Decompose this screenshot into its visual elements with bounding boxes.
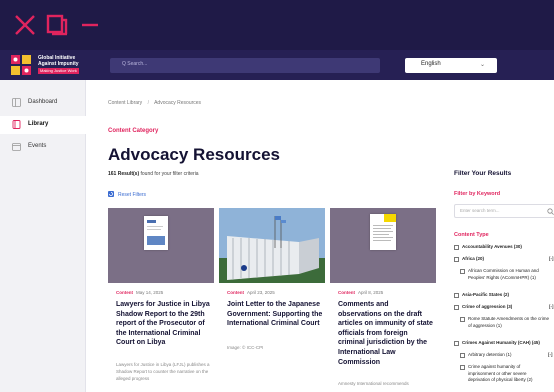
checkbox[interactable] [454,257,459,262]
minimize-icon[interactable] [80,14,100,36]
icc-building-photo [219,208,325,283]
breadcrumb-separator: / [147,100,149,106]
card-date: April 23, 2025 [247,290,275,295]
gi-logo-icon[interactable] [10,54,32,76]
window-titlebar [0,0,554,50]
card-thumbnail [330,208,436,283]
card-type: Content [227,290,244,295]
checkbox[interactable] [460,317,465,322]
brand-tagline: Making Justice Work [38,68,79,74]
filter-option-label: Accountability Avenues (30) [462,244,522,249]
sidebar-item-library[interactable]: Library [0,116,86,134]
filter-option-label: Crime of aggression (3) [462,304,513,309]
collapse-toggle[interactable]: [-] [549,256,554,263]
card-type: Content [116,290,133,295]
card-meta: Content April 8, 2025 [338,290,383,295]
checkbox[interactable] [454,305,459,310]
document-cover-image [144,216,168,250]
dashboard-icon [12,98,21,107]
filter-option-label: Crime against humanity of imprisonment o… [468,364,533,382]
sidebar: Dashboard Library Events [0,80,86,392]
filter-option-label: Africa (20) [462,256,485,261]
content-type-label: Content Type [454,232,489,238]
checkbox[interactable] [454,293,459,298]
filter-option-label: Crimes Against Humanity (CAH) (45) [462,340,540,345]
resource-card[interactable]: Content April 8, 2025 Comments and observ… [330,208,436,392]
filter-heading: Filter Your Results [454,170,512,177]
sidebar-item-label: Library [28,121,49,127]
resource-card[interactable]: Content May 14, 2025 Lawyers for Justice … [108,208,214,392]
checkbox[interactable] [454,341,459,346]
language-select[interactable]: English ⌄ [405,58,497,73]
checkbox[interactable] [454,245,459,250]
filter-option-label: Asia-Pacific States (2) [462,292,510,297]
card-title[interactable]: Comments and observations on the draft a… [338,300,434,367]
content-category-label: Content Category [108,128,159,134]
app-header: Global Initiative Against Impunity Makin… [0,50,554,80]
language-value: English [421,61,441,67]
sidebar-item-dashboard[interactable]: Dashboard [0,94,86,112]
events-icon [12,143,21,151]
results-count: 161 Result(s) found for your filter crit… [108,171,199,177]
document-cover-image [370,214,396,250]
maximize-icon[interactable] [46,14,70,36]
checkbox[interactable] [460,353,465,358]
page-title: Advocacy Resources [108,145,280,164]
reset-filters-link[interactable]: Reset Filters [108,191,146,198]
card-excerpt: Amnesty International recommends [338,381,409,386]
search-icon[interactable] [547,208,554,215]
checkbox[interactable] [460,365,465,370]
breadcrumb-link-content-library[interactable]: Content Library [108,100,142,106]
resource-card[interactable]: Content April 23, 2025 Joint Letter to th… [219,208,325,392]
card-title[interactable]: Joint Letter to the Japanese Government:… [227,300,323,329]
results-suffix: found for your filter criteria [139,171,199,177]
card-excerpt: Lawyers for Justice in Libya (LFJL) publ… [116,362,210,381]
chevron-down-icon: ⌄ [479,62,485,68]
card-thumbnail [219,208,325,283]
card-title[interactable]: Lawyers for Justice in Libya Shadow Repo… [116,300,212,348]
keyword-filter-label: Filter by Keyword [454,191,501,197]
card-meta: Content May 14, 2025 [116,290,163,295]
filter-option-label: Arbitrary detention (1) [468,352,512,357]
breadcrumb: Content Library / Advocacy Resources [108,100,205,106]
reset-filters-label: Reset Filters [118,192,147,198]
sidebar-item-label: Dashboard [28,99,58,105]
results-number: 161 Result(s) [108,171,140,177]
close-icon[interactable] [14,14,36,36]
search-placeholder: Q Search... [122,61,148,67]
keyword-search-input[interactable]: Enter search term... [454,204,554,218]
card-type: Content [338,290,355,295]
checkbox[interactable] [460,269,465,274]
keyword-placeholder: Enter search term... [460,208,500,213]
library-icon [12,120,21,129]
card-meta: Content April 23, 2025 [227,290,275,295]
sidebar-item-events[interactable]: Events [0,138,86,156]
filter-option-label: African Commission on Human and Peoples'… [468,268,539,280]
card-date: May 14, 2025 [136,290,164,295]
collapse-toggle[interactable]: [-] [549,304,554,311]
card-image-credit: Image: © ICC-CPI [227,345,264,350]
breadcrumb-current: Advocacy Resources [154,100,202,106]
sidebar-item-label: Events [28,143,47,149]
brand-name: Global Initiative Against Impunity Makin… [38,55,79,74]
global-search-input[interactable]: Q Search... [110,58,380,73]
card-thumbnail [108,208,214,283]
filter-panel: Filter Your Results Filter by Keyword En… [446,160,554,392]
filter-option-label: Rome Statute Amendments on the crime of … [468,316,550,328]
collapse-toggle[interactable]: [-] [548,352,553,359]
refresh-icon [108,191,114,197]
brand-line-2: Against Impunity [38,61,79,67]
card-date: April 8, 2025 [358,290,384,295]
